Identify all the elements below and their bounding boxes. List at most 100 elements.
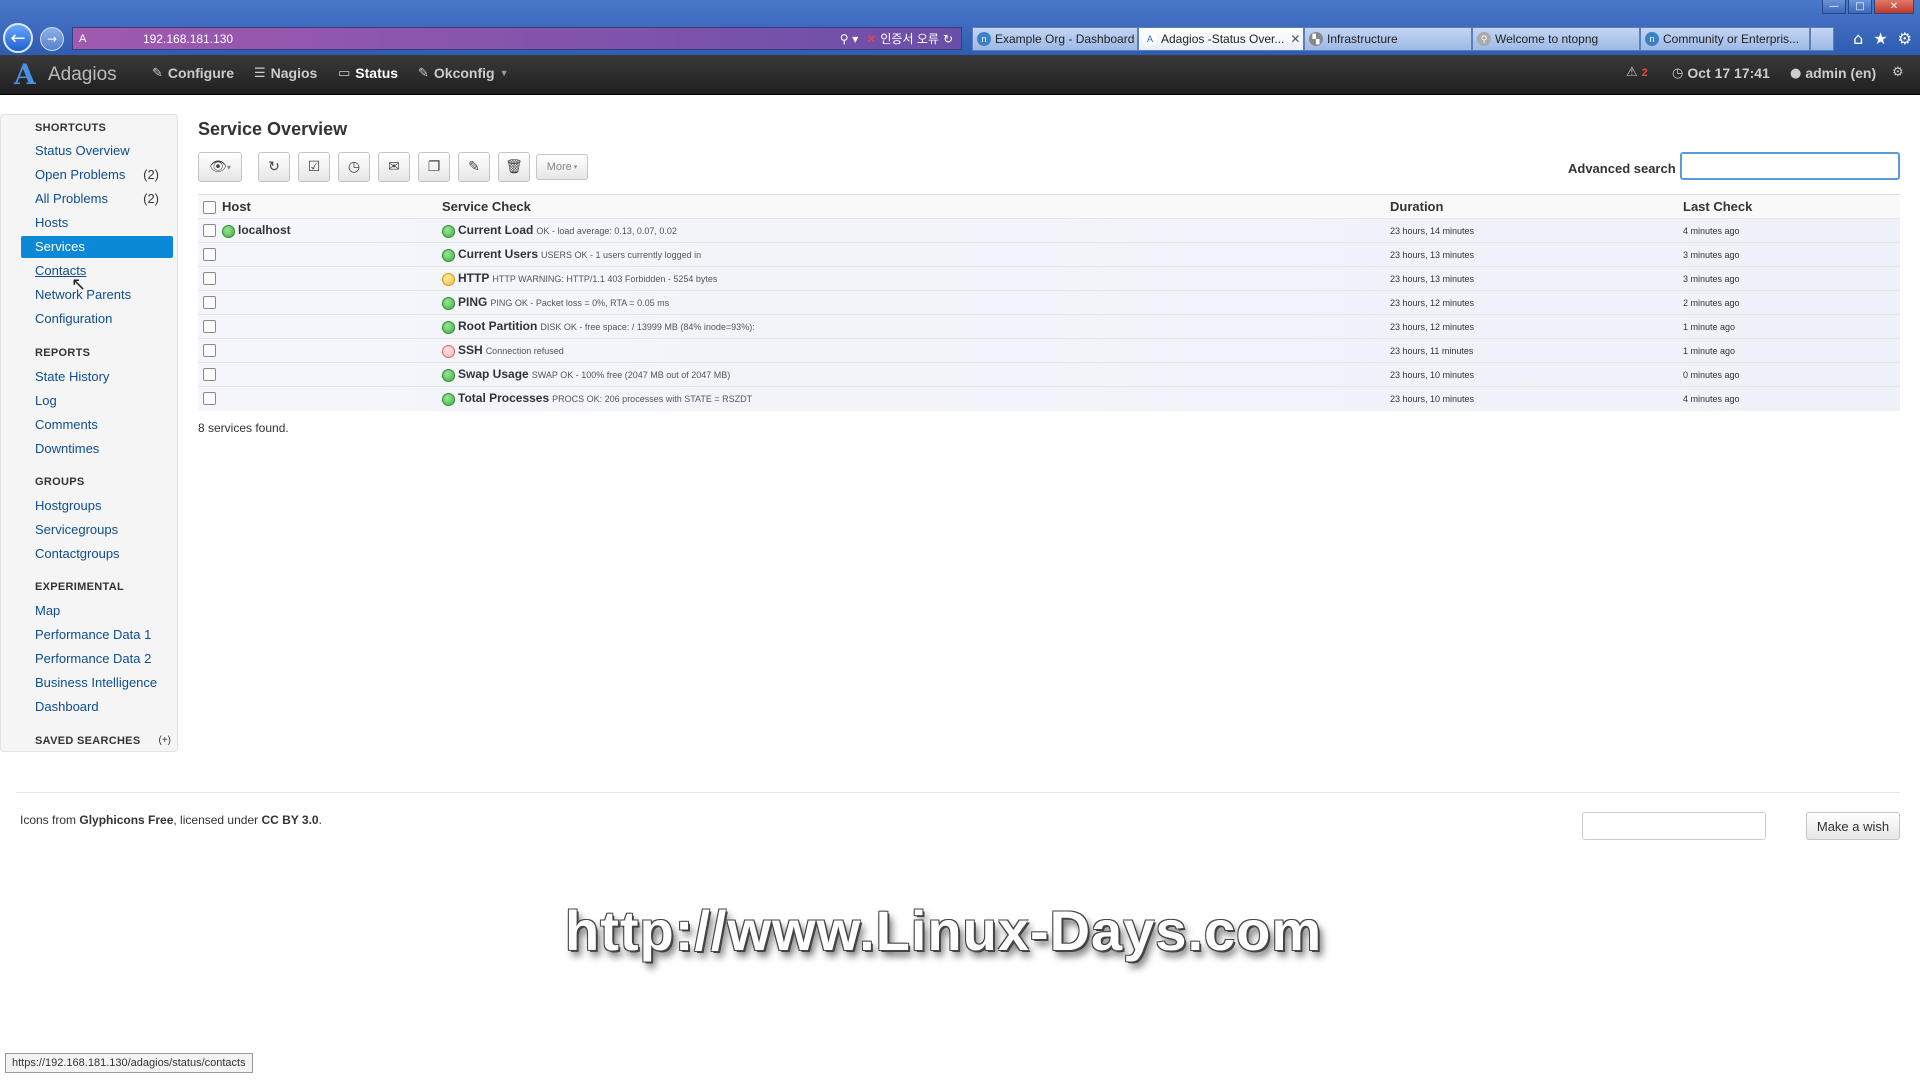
more-dropdown-button[interactable]: More ▾: [536, 154, 588, 180]
tab-community-or-enterprise[interactable]: n Community or Enterpris...: [1640, 27, 1810, 51]
make-a-wish-button[interactable]: Make a wish: [1806, 812, 1900, 840]
glyphicons-link[interactable]: Glyphicons Free: [79, 813, 173, 827]
column-header-host[interactable]: Host: [222, 194, 442, 219]
sidebar-item-hosts[interactable]: Hosts: [21, 212, 173, 234]
datetime-display[interactable]: ◷ Oct 17 17:41: [1672, 65, 1770, 81]
table-row[interactable]: HTTP HTTP WARNING: HTTP/1.1 403 Forbidden…: [198, 266, 1900, 291]
edit-button[interactable]: ✎: [458, 152, 490, 182]
sidebar-item-log[interactable]: Log: [21, 390, 173, 412]
sidebar-item-performance-data-2[interactable]: Performance Data 2: [21, 648, 173, 670]
acknowledge-button[interactable]: ☑: [298, 152, 330, 182]
add-saved-search-button[interactable]: (+): [159, 735, 172, 746]
sidebar-item-hostgroups[interactable]: Hostgroups: [21, 495, 173, 517]
brand[interactable]: A Adagios: [14, 61, 117, 89]
row-checkbox[interactable]: [203, 392, 216, 406]
settings-gear-icon[interactable]: ⚙: [1898, 29, 1912, 48]
sidebar-item-contacts[interactable]: Contacts: [21, 260, 173, 282]
certificate-error[interactable]: ✕ 인증서 오류: [866, 30, 939, 47]
table-row[interactable]: Swap Usage SWAP OK - 100% free (2047 MB o…: [198, 362, 1900, 387]
clock-icon: ◷: [1672, 65, 1684, 81]
sidebar-item-open-problems[interactable]: Open Problems (2): [21, 164, 173, 186]
row-checkbox[interactable]: [203, 224, 216, 237]
tab-welcome-to-ntopng[interactable]: ⚲ Welcome to ntopng: [1472, 27, 1640, 51]
host-cell: [222, 266, 442, 291]
sidebar-item-dashboard[interactable]: Dashboard: [21, 696, 173, 718]
sidebar-item-configuration[interactable]: Configuration: [21, 308, 173, 330]
column-header-service[interactable]: Service Check: [442, 194, 1390, 219]
row-checkbox[interactable]: [203, 272, 216, 285]
home-icon[interactable]: ⌂: [1853, 29, 1863, 48]
row-checkbox[interactable]: [203, 320, 216, 333]
column-header-duration[interactable]: Duration: [1390, 194, 1683, 219]
table-row[interactable]: Root Partition DISK OK - free space: / 13…: [198, 314, 1900, 339]
table-row[interactable]: localhost Current Load OK - load average: …: [198, 218, 1900, 243]
close-tab-icon[interactable]: ✕: [1290, 32, 1300, 46]
row-checkbox[interactable]: [203, 344, 216, 357]
send-notification-button[interactable]: ✉: [378, 152, 410, 182]
table-row[interactable]: Total Processes PROCS OK: 206 processes w…: [198, 386, 1900, 411]
sidebar-item-services[interactable]: Services: [21, 236, 173, 258]
favorites-star-icon[interactable]: ★: [1873, 29, 1887, 48]
search-dropdown-icon[interactable]: ⚲ ▾: [840, 32, 859, 46]
advanced-search-input[interactable]: [1680, 152, 1900, 180]
edit-icon: ✎: [418, 65, 429, 81]
column-header-last-check[interactable]: Last Check: [1683, 194, 1900, 219]
nav-status[interactable]: ▭ Status: [338, 65, 398, 81]
sidebar-item-comments[interactable]: Comments: [21, 414, 173, 436]
minimize-button[interactable]: —: [1822, 0, 1846, 14]
downtime-button[interactable]: ◷: [338, 152, 370, 182]
view-options-button[interactable]: 👁 ▾: [198, 152, 242, 182]
service-cell: PING PING OK - Packet loss = 0%, RTA = 0.…: [442, 290, 1390, 315]
service-link[interactable]: SSH: [458, 343, 483, 357]
service-link[interactable]: Root Partition: [458, 319, 537, 333]
tab-adagios-status-overview[interactable]: A Adagios -Status Over... ✕: [1138, 27, 1304, 51]
sidebar-item-status-overview[interactable]: Status Overview: [21, 140, 173, 162]
sidebar-item-performance-data-1[interactable]: Performance Data 1: [21, 624, 173, 646]
refresh-icon[interactable]: ↻: [943, 32, 953, 46]
settings-button[interactable]: ⚙: [1892, 65, 1904, 80]
sidebar-item-servicegroups[interactable]: Servicegroups: [21, 519, 173, 541]
wish-input[interactable]: [1582, 812, 1766, 840]
address-bar[interactable]: A 192.168.181.130 ⚲ ▾ ✕ 인증서 오류 ↻: [72, 27, 962, 50]
sidebar-item-all-problems[interactable]: All Problems (2): [21, 188, 173, 210]
nav-configure[interactable]: ✎ Configure: [152, 65, 234, 81]
copy-button[interactable]: ❐: [418, 152, 450, 182]
row-checkbox[interactable]: [203, 296, 216, 309]
new-tab-button[interactable]: [1810, 27, 1834, 51]
maximize-button[interactable]: □: [1848, 0, 1872, 14]
close-window-button[interactable]: ✕: [1874, 0, 1914, 14]
forward-button[interactable]: →: [40, 27, 64, 51]
tab-example-org-dashboard[interactable]: n Example Org - Dashboard: [972, 27, 1138, 51]
select-all-checkbox[interactable]: [203, 201, 216, 215]
sidebar-item-downtimes[interactable]: Downtimes: [21, 438, 173, 460]
service-link[interactable]: Total Processes: [458, 391, 549, 405]
table-row[interactable]: Current Users USERS OK - 1 users currentl…: [198, 242, 1900, 267]
nav-nagios[interactable]: ☰ Nagios: [254, 65, 317, 81]
row-checkbox[interactable]: [203, 368, 216, 381]
service-link[interactable]: HTTP: [458, 271, 489, 285]
back-button[interactable]: ←: [3, 23, 33, 53]
service-link[interactable]: PING: [458, 295, 487, 309]
service-status-icon: [442, 296, 455, 310]
service-link[interactable]: Swap Usage: [458, 367, 529, 381]
problems-indicator[interactable]: ⚠ 2: [1626, 65, 1648, 80]
sidebar-item-map[interactable]: Map: [21, 600, 173, 622]
user-menu[interactable]: ● admin (en): [1790, 65, 1876, 81]
service-status-icon: [442, 368, 455, 382]
sidebar-item-business-intelligence[interactable]: Business Intelligence: [21, 672, 173, 694]
table-row[interactable]: SSH Connection refused 23 hours, 11 minute…: [198, 338, 1900, 363]
sidebar-item-network-parents[interactable]: Network Parents: [21, 284, 173, 306]
sidebar-item-state-history[interactable]: State History: [21, 366, 173, 388]
row-checkbox[interactable]: [203, 248, 216, 261]
address-url[interactable]: 192.168.181.130: [143, 32, 840, 46]
service-link[interactable]: Current Load: [458, 223, 533, 237]
table-row[interactable]: PING PING OK - Packet loss = 0%, RTA = 0.…: [198, 290, 1900, 315]
tab-infrastructure[interactable]: ▚ Infrastructure: [1304, 27, 1472, 51]
service-link[interactable]: Current Users: [458, 247, 538, 261]
delete-button[interactable]: 🗑: [498, 152, 530, 182]
host-link[interactable]: localhost: [238, 223, 291, 237]
reschedule-button[interactable]: ↻: [258, 152, 290, 182]
sidebar-item-contactgroups[interactable]: Contactgroups: [21, 543, 173, 565]
license-link[interactable]: CC BY 3.0: [261, 813, 318, 827]
nav-okconfig[interactable]: ✎ Okconfig ▼: [418, 65, 509, 81]
